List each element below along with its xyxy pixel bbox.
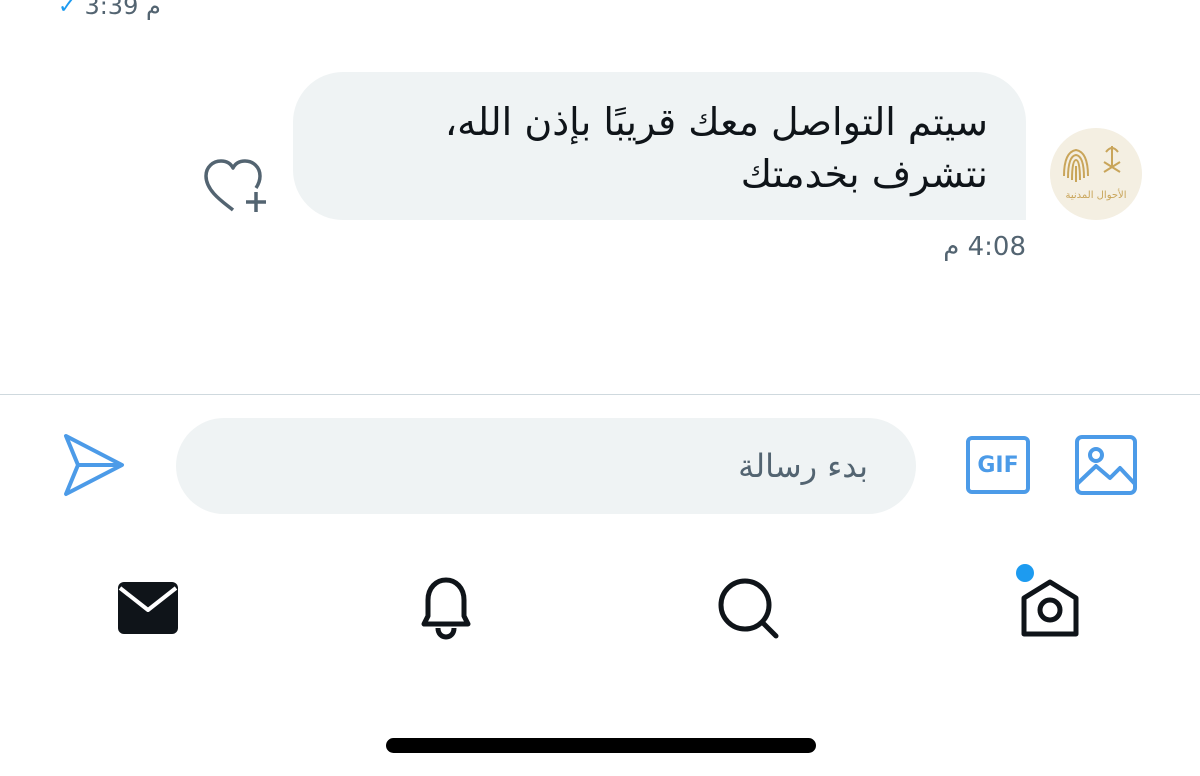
send-button[interactable]	[62, 432, 126, 498]
image-button[interactable]	[1074, 434, 1138, 496]
add-reaction-button[interactable]	[200, 156, 270, 216]
tab-messages[interactable]	[112, 572, 184, 644]
avatar[interactable]: الأحوال المدنية	[1050, 128, 1142, 220]
divider	[0, 394, 1200, 395]
home-indicator	[386, 738, 816, 753]
message-bubble[interactable]: سيتم التواصل معك قريبًا بإذن الله، نتشرف…	[293, 72, 1026, 220]
tab-search[interactable]	[712, 572, 784, 644]
tab-notifications[interactable]	[410, 572, 482, 644]
notification-dot	[1016, 564, 1034, 582]
read-check-icon: ✓	[58, 0, 77, 19]
send-icon	[64, 434, 124, 496]
mail-icon	[118, 582, 178, 634]
bell-icon	[421, 577, 471, 640]
message-input[interactable]	[176, 418, 916, 514]
search-icon	[718, 578, 779, 639]
civil-affairs-logo-icon: الأحوال المدنية	[1050, 128, 1142, 220]
dm-conversation: ✓ 3:39 م الأحوال المدنية سيتم التواصل مع	[0, 0, 1200, 776]
message-time: 4:08 م	[943, 232, 1026, 262]
home-icon	[1021, 579, 1079, 637]
gif-button[interactable]: GIF	[966, 436, 1030, 494]
previous-message-time: 3:39 م	[84, 0, 161, 20]
heart-plus-icon	[204, 159, 266, 212]
avatar-label: الأحوال المدنية	[1065, 188, 1126, 201]
tab-home[interactable]	[1014, 572, 1086, 644]
image-icon	[1075, 435, 1137, 495]
previous-message-status: ✓ 3:39 م	[58, 0, 161, 20]
